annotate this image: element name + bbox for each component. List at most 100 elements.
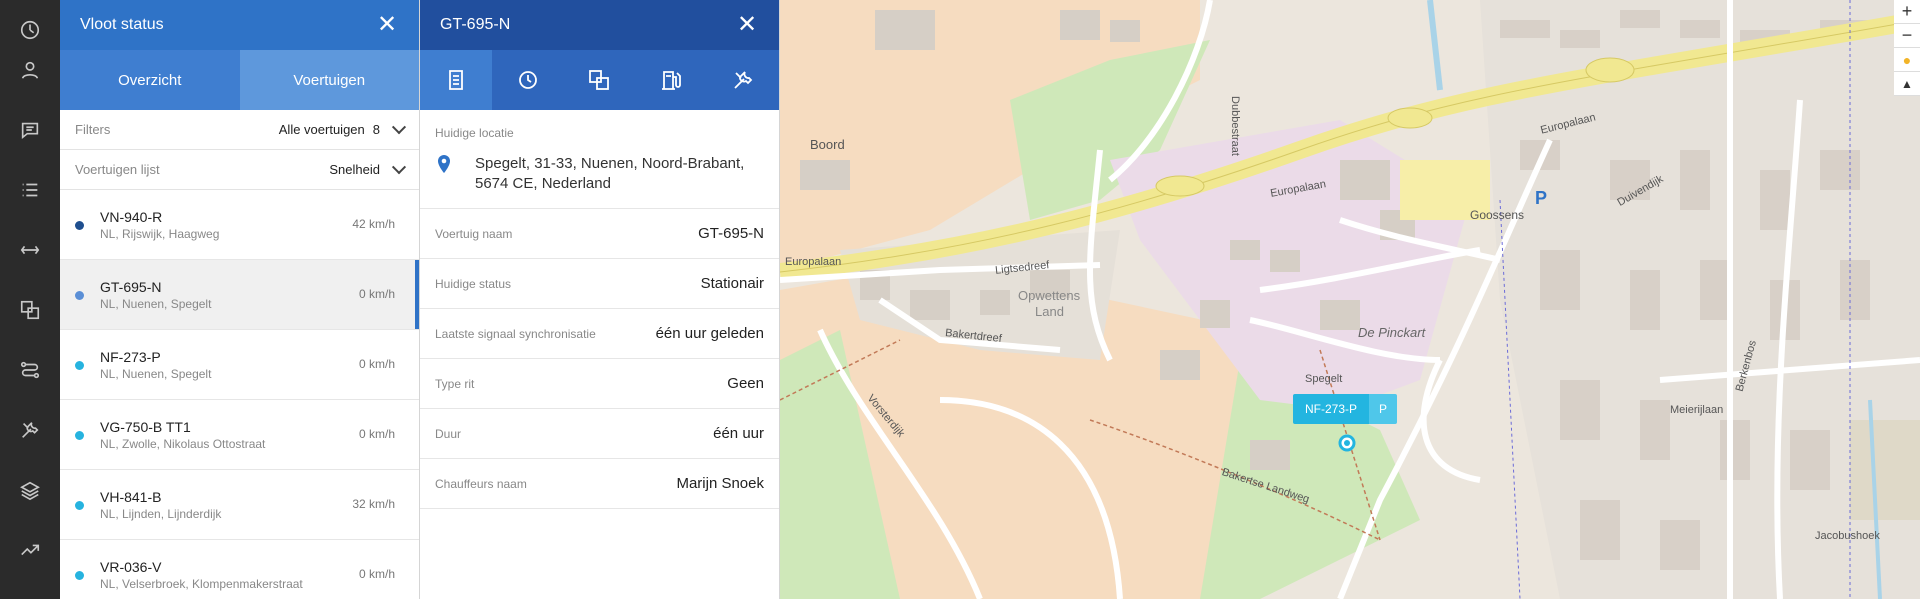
compass-button[interactable]: ▲ [1894, 72, 1920, 96]
icon-rail [0, 0, 60, 599]
zoom-in-button[interactable]: + [1894, 0, 1920, 24]
vehicle-speed: 0 km/h [358, 567, 395, 581]
map-label: Dubbestraat [1228, 96, 1241, 156]
map-label: Jacobushoek [1815, 530, 1880, 542]
swap-icon[interactable] [0, 220, 60, 280]
sort-row[interactable]: Voertuigen lijst Snelheid [60, 150, 419, 190]
filters-label: Filters [75, 122, 111, 137]
map-label: Goossens [1470, 208, 1525, 222]
info-label: Duur [435, 426, 462, 441]
filters-count: 8 [372, 122, 380, 137]
tools-icon[interactable] [0, 400, 60, 460]
info-value: Stationair [700, 275, 764, 292]
list-item[interactable]: VH-841-B NL, Lijnden, Lijnderdijk 32 km/… [60, 470, 419, 540]
vehicle-name: VH-841-B [100, 488, 162, 505]
status-dot [75, 221, 84, 230]
vehicle-name: NF-273-P [100, 348, 161, 365]
vehicle-location: NL, Zwolle, Nikolaus Ottostraat [100, 436, 266, 451]
vehicle-list-label: Voertuigen lijst [75, 162, 160, 177]
vehicle-speed: 0 km/h [358, 357, 395, 371]
info-value: GT-695-N [698, 225, 764, 242]
tools-icon[interactable] [707, 50, 779, 110]
info-value: Geen [727, 375, 764, 392]
info-row-duration: Duur één uur [420, 409, 779, 459]
chevron-down-icon[interactable] [391, 159, 407, 174]
filters-row[interactable]: Filters Alle voertuigen 8 [60, 110, 419, 150]
history-icon[interactable] [492, 50, 564, 110]
info-row-trip-type: Type rit Geen [420, 359, 779, 409]
info-row-status: Huidige status Stationair [420, 259, 779, 309]
list-item[interactable]: VN-940-R NL, Rijswijk, Haagweg 42 km/h [60, 190, 419, 260]
chat-icon[interactable] [0, 100, 60, 160]
fuel-icon[interactable] [635, 50, 707, 110]
map-label: De Pinckart [1358, 325, 1426, 340]
vehicle-speed: 42 km/h [352, 217, 395, 231]
map-label: Spegelt [1305, 373, 1343, 385]
vehicle-speed: 0 km/h [358, 287, 395, 301]
info-label: Laatste signaal synchronisatie [435, 326, 596, 341]
map-zoom-controls: + − ● ▲ [1894, 0, 1920, 96]
tab-vehicles[interactable]: Voertuigen [239, 50, 419, 110]
map-label: Opwettens [1018, 288, 1081, 303]
sort-value: Snelheid [329, 162, 380, 177]
tab-overview[interactable]: Overzicht [60, 50, 240, 110]
vehicle-detail-panel: GT-695-N ✕ Huidige locatie Spegelt, 31-3… [420, 0, 780, 599]
list-item[interactable]: VR-036-V NL, Velserbroek, Klompenmakerst… [60, 540, 419, 599]
info-label: Type rit [435, 376, 475, 391]
info-value: één uur geleden [655, 325, 764, 342]
map-label: Meierijlaan [1670, 404, 1724, 416]
map-label: Europalaan [785, 256, 842, 268]
detail-tab-bar [420, 50, 779, 110]
vehicle-location: NL, Nuenen, Spegelt [100, 366, 212, 381]
translate-icon[interactable] [0, 280, 60, 340]
vehicle-detail-header: GT-695-N ✕ [420, 0, 779, 50]
info-label: Voertuig naam [435, 226, 513, 241]
list-item[interactable]: GT-695-N NL, Nuenen, Spegelt 0 km/h [60, 260, 419, 330]
status-dot [75, 431, 84, 440]
document-icon[interactable] [420, 50, 492, 110]
list-item[interactable]: VG-750-B TT1 NL, Zwolle, Nikolaus Ottost… [60, 400, 419, 470]
info-label: Chauffeurs naam [435, 476, 527, 491]
vehicle-name: VR-036-V [100, 558, 162, 575]
vehicle-map-id: NF-273-P [1293, 394, 1370, 424]
address-line-1: Spegelt, 31-33, Nuenen, Noord-Brabant, [475, 155, 745, 172]
info-value: Marijn Snoek [676, 475, 764, 492]
list-item[interactable]: NF-273-P NL, Nuenen, Spegelt 0 km/h [60, 330, 419, 400]
fleet-status-title: Vloot status [80, 16, 164, 33]
vehicle-map-tag[interactable]: NF-273-P P [1293, 394, 1398, 424]
parking-label: P [1535, 188, 1548, 208]
filters-value: Alle voertuigen [278, 122, 365, 137]
status-dot [75, 361, 84, 370]
vehicle-speed: 32 km/h [352, 497, 395, 511]
trend-icon[interactable] [0, 520, 60, 580]
close-icon[interactable]: ✕ [375, 13, 399, 37]
vehicle-location: NL, Velserbroek, Klompenmakerstraat [100, 576, 303, 591]
current-location-label: Huidige locatie [435, 126, 514, 140]
vehicle-name: GT-695-N [100, 278, 162, 295]
vehicle-name: VN-940-R [100, 208, 163, 225]
user-icon[interactable] [0, 40, 60, 100]
vehicle-location: NL, Nuenen, Spegelt [100, 296, 212, 311]
info-row-vehicle-name: Voertuig naam GT-695-N [420, 209, 779, 259]
pegman-icon[interactable]: ● [1894, 48, 1920, 72]
close-icon[interactable]: ✕ [735, 13, 759, 37]
info-row-driver: Chauffeurs naam Marijn Snoek [420, 459, 779, 509]
current-location-block: Huidige locatie Spegelt, 31-33, Nuenen, … [420, 110, 779, 209]
map-view[interactable]: Boord Europalaan Europalaan Europalaan L… [780, 0, 1920, 599]
chevron-down-icon[interactable] [391, 119, 407, 134]
map-label: Land [1035, 304, 1064, 319]
vehicle-location: NL, Lijnden, Lijnderdijk [100, 506, 222, 521]
layers-icon[interactable] [0, 460, 60, 520]
route-icon[interactable] [0, 340, 60, 400]
zoom-out-button[interactable]: − [1894, 24, 1920, 48]
fleet-status-panel: Vloot status ✕ Overzicht Voertuigen Filt… [60, 0, 420, 599]
fleet-tabs: Overzicht Voertuigen [60, 50, 419, 110]
info-row-last-sync: Laatste signaal synchronisatie één uur g… [420, 309, 779, 359]
list-icon[interactable] [0, 160, 60, 220]
status-dot [75, 571, 84, 580]
info-value: één uur [713, 425, 764, 442]
translate-icon[interactable] [564, 50, 636, 110]
vehicle-speed: 0 km/h [358, 427, 395, 441]
fleet-status-header: Vloot status ✕ [60, 0, 419, 50]
vehicle-detail-title: GT-695-N [440, 16, 511, 33]
